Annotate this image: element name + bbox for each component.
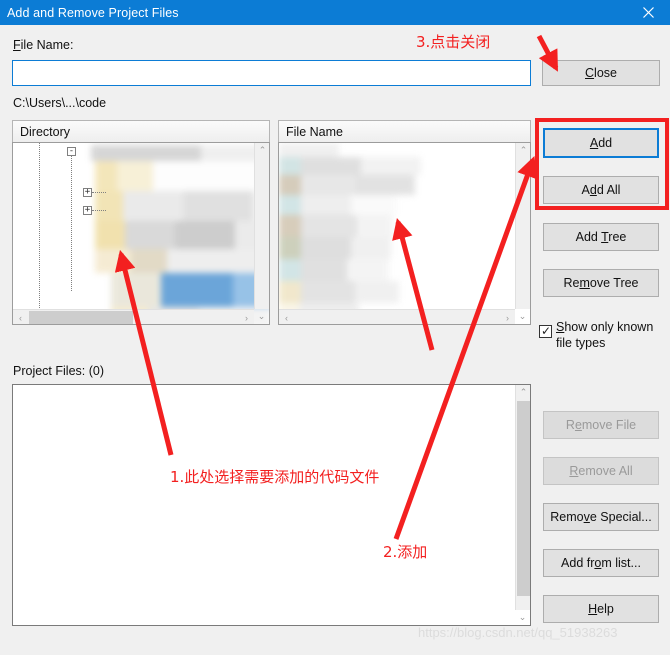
remove-all-button[interactable]: Remove All [543, 457, 659, 485]
help-button-label: Help [588, 602, 614, 616]
add-from-list-button[interactable]: Add from list... [543, 549, 659, 577]
scroll-down-icon[interactable]: ⌄ [515, 610, 530, 625]
add-all-button[interactable]: Add All [543, 176, 659, 204]
directory-vertical-scrollbar[interactable]: ⌃ [254, 143, 269, 309]
close-button[interactable]: Close [542, 60, 660, 86]
show-only-known-file-types-label-line2: file types [556, 336, 606, 350]
help-button[interactable]: Help [543, 595, 659, 623]
window-titlebar: Add and Remove Project Files [0, 0, 670, 25]
add-button[interactable]: Add [543, 128, 659, 158]
file-name-panel-header: File Name [278, 120, 531, 143]
remove-file-button[interactable]: Remove File [543, 411, 659, 439]
remove-special-button-label: Remove Special... [550, 510, 652, 524]
project-files-vertical-scrollbar[interactable]: ⌃ [515, 385, 530, 610]
scroll-up-icon[interactable]: ⌃ [516, 385, 530, 400]
checkmark-icon: ✓ [541, 324, 552, 338]
scroll-right-icon[interactable]: › [500, 310, 515, 324]
scroll-up-icon[interactable]: ⌃ [255, 143, 269, 158]
project-files-list[interactable]: ⌃ ⌄ [12, 384, 531, 626]
annotation-1-text: 1.此处选择需要添加的代码文件 [170, 468, 380, 486]
watermark: https://blog.csdn.net/qq_51938263 [418, 625, 618, 640]
show-only-known-file-types-checkbox[interactable]: ✓ [539, 324, 552, 338]
scroll-down-icon[interactable]: ⌄ [254, 309, 269, 324]
tree-guide-line [92, 210, 106, 211]
directory-tree[interactable]: - + + ⌃ ‹ › ⌄ [12, 142, 270, 325]
add-tree-button[interactable]: Add Tree [543, 223, 659, 251]
scroll-thumb[interactable] [517, 401, 530, 596]
directory-panel-header: Directory [12, 120, 270, 143]
file-name-list-redacted-content [279, 143, 530, 324]
tree-collapse-toggle[interactable]: - [67, 147, 76, 156]
close-button-label: Close [585, 66, 617, 80]
remove-all-button-label: Remove All [569, 464, 633, 478]
directory-tree-redacted-content [13, 143, 269, 324]
current-path-label: C:\Users\...\code [13, 96, 107, 110]
tree-guide-line [71, 151, 72, 291]
remove-tree-button-label: Remove Tree [563, 276, 639, 290]
annotation-3-text: 3.点击关闭 [416, 33, 491, 51]
scroll-up-icon[interactable]: ⌃ [516, 143, 530, 158]
tree-expand-toggle[interactable]: + [83, 206, 92, 215]
scroll-thumb[interactable] [29, 311, 133, 324]
remove-tree-button[interactable]: Remove Tree [543, 269, 659, 297]
tree-guide-line [39, 143, 40, 324]
remove-file-button-label: Remove File [565, 418, 637, 432]
scroll-right-icon[interactable]: › [239, 310, 254, 324]
file-name-list[interactable]: ⌃ ‹ › ⌄ [278, 142, 531, 325]
file-name-horizontal-scrollbar[interactable]: ‹ › [279, 309, 515, 324]
project-files-label: Project Files: (0) [13, 364, 104, 378]
remove-special-button[interactable]: Remove Special... [543, 503, 659, 531]
add-button-label: Add [589, 136, 613, 150]
annotation-2-text: 2.添加 [383, 543, 428, 561]
file-name-input[interactable] [12, 60, 531, 86]
add-tree-button-label: Add Tree [575, 230, 627, 244]
scroll-left-icon[interactable]: ‹ [279, 310, 294, 324]
scroll-left-icon[interactable]: ‹ [13, 310, 28, 324]
file-name-label: File Name: [13, 38, 74, 52]
close-x-icon[interactable] [626, 0, 670, 25]
scroll-down-icon[interactable]: ⌄ [515, 309, 530, 324]
tree-guide-line [92, 192, 106, 193]
add-all-button-label: Add All [581, 183, 621, 197]
directory-horizontal-scrollbar[interactable]: ‹ › [13, 309, 254, 324]
tree-expand-toggle[interactable]: + [83, 188, 92, 197]
file-name-vertical-scrollbar[interactable]: ⌃ [515, 143, 530, 309]
window-title: Add and Remove Project Files [7, 5, 179, 20]
show-only-known-file-types-label-line1: Show only known [556, 320, 654, 334]
add-from-list-button-label: Add from list... [561, 556, 641, 570]
